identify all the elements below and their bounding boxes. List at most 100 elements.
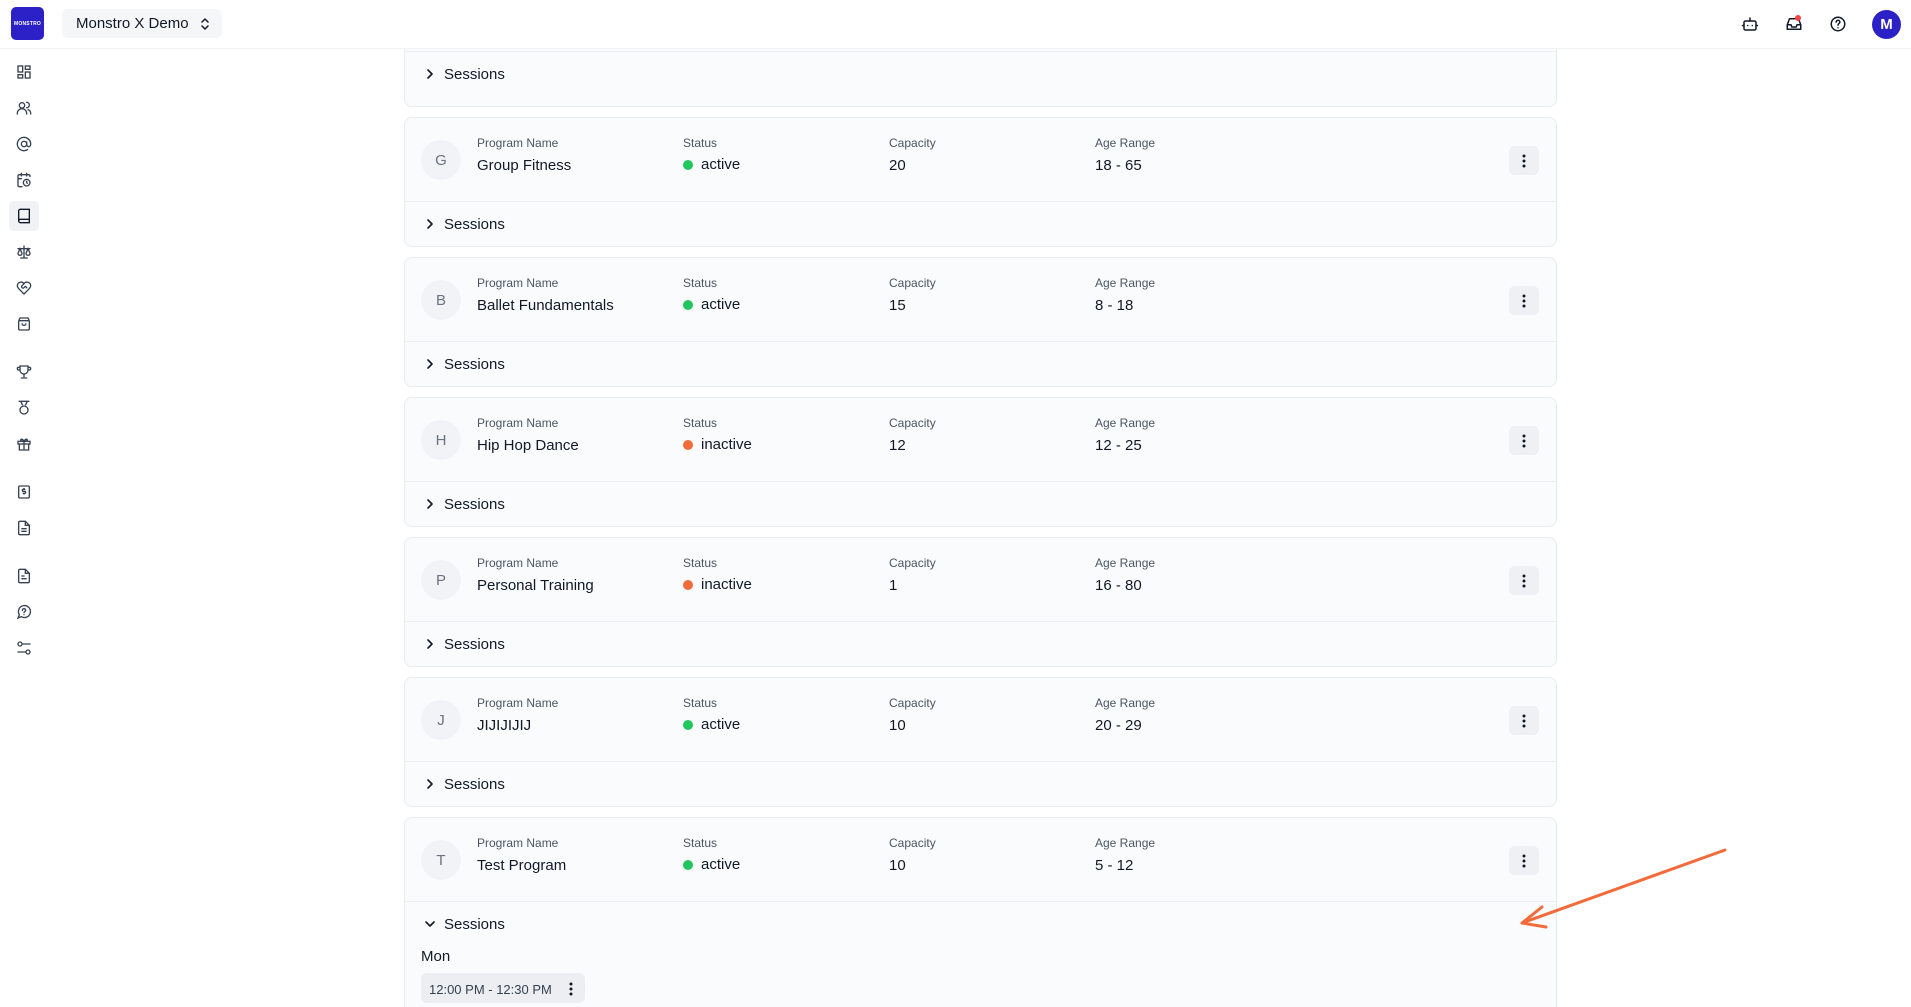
program-initial: T	[421, 840, 461, 880]
help-icon[interactable]	[1828, 14, 1848, 34]
capacity-label: Capacity	[889, 136, 936, 150]
chevron-right-icon	[425, 779, 435, 789]
program-name-label: Program Name	[477, 696, 559, 710]
age-range-value: 20 - 29	[1095, 717, 1142, 734]
more-options-button[interactable]	[1509, 566, 1539, 595]
session-day: Mon	[421, 948, 451, 965]
annotation-arrow-icon	[1520, 848, 1727, 929]
dollar-doc-icon[interactable]	[12, 480, 36, 504]
sessions-toggle[interactable]: Sessions	[405, 202, 1556, 246]
medal-icon[interactable]	[12, 396, 36, 420]
status-badge: active	[701, 856, 741, 873]
chevron-right-icon	[425, 219, 435, 229]
bot-icon[interactable]	[1740, 14, 1760, 34]
inbox-icon[interactable]	[1784, 14, 1804, 34]
program-initial: G	[421, 140, 461, 180]
status-badge: inactive	[701, 436, 752, 453]
status-badge: active	[701, 296, 741, 313]
kebab-icon	[1522, 154, 1526, 167]
kebab-icon	[1522, 294, 1526, 307]
sessions-label: Sessions	[444, 215, 505, 233]
sessions-toggle[interactable]: Sessions	[405, 342, 1556, 386]
dashboard-icon[interactable]	[12, 60, 36, 84]
program-card: J Program Name JIJIJIJIJ Status active Cap…	[404, 677, 1557, 807]
calendar-clock-icon[interactable]	[12, 168, 36, 192]
status-badge: active	[701, 716, 741, 733]
kebab-icon[interactable]	[569, 982, 573, 999]
sidebar	[0, 49, 48, 988]
sessions-toggle[interactable]: Sessions	[405, 622, 1556, 666]
capacity-label: Capacity	[889, 416, 936, 430]
session-slot[interactable]: 12:00 PM - 12:30 PM	[421, 973, 585, 1003]
capacity-value: 15	[889, 297, 906, 314]
program-name: JIJIJIJIJ	[477, 717, 532, 734]
status-badge: inactive	[701, 576, 752, 593]
chevron-down-icon	[425, 919, 435, 929]
document-icon[interactable]	[12, 516, 36, 540]
age-range-value: 12 - 25	[1095, 437, 1142, 454]
status-dot	[683, 159, 693, 170]
status-label: Status	[683, 836, 718, 850]
settings-sliders-icon[interactable]	[12, 636, 36, 660]
program-name: Test Program	[477, 857, 567, 874]
program-name: Personal Training	[477, 577, 594, 594]
status-label: Status	[683, 276, 718, 290]
capacity-label: Capacity	[889, 276, 936, 290]
sessions-label: Sessions	[444, 915, 505, 933]
at-sign-icon[interactable]	[12, 132, 36, 156]
sessions-toggle[interactable]: Sessions	[405, 902, 1556, 946]
program-initial: J	[421, 700, 461, 740]
more-options-button[interactable]	[1509, 426, 1539, 455]
sessions-label: Sessions	[444, 635, 505, 653]
program-card: H Program Name Hip Hop Dance Status inacti…	[404, 397, 1557, 527]
status-label: Status	[683, 696, 718, 710]
program-card-expanded: T Program Name Test Program Status active …	[404, 817, 1557, 1007]
chevron-up-down-icon	[199, 16, 211, 32]
gift-icon[interactable]	[12, 432, 36, 456]
sessions-toggle[interactable]: Sessions	[405, 482, 1556, 526]
more-options-button[interactable]	[1509, 706, 1539, 735]
workspace-switcher[interactable]: Monstro X Demo	[62, 9, 222, 38]
file-text-icon[interactable]	[12, 564, 36, 588]
avatar[interactable]: M	[1872, 10, 1901, 39]
status-dot	[683, 719, 693, 730]
status-dot	[683, 859, 693, 870]
status-badge: active	[701, 156, 741, 173]
capacity-value: 10	[889, 857, 906, 874]
notification-dot	[1795, 15, 1801, 21]
sessions-toggle[interactable]: Sessions	[405, 762, 1556, 806]
chevron-right-icon	[425, 359, 435, 369]
program-name-label: Program Name	[477, 556, 559, 570]
program-card: P Program Name Personal Training Status in…	[404, 537, 1557, 667]
shopping-bag-icon[interactable]	[12, 312, 36, 336]
book-icon[interactable]	[9, 201, 39, 231]
capacity-value: 10	[889, 717, 906, 734]
sessions-toggle[interactable]: Sessions	[405, 52, 505, 96]
top-bar: MONSTRO Monstro X Demo M	[0, 0, 1911, 49]
age-range-label: Age Range	[1095, 556, 1156, 570]
scale-icon[interactable]	[12, 240, 36, 264]
app-logo[interactable]: MONSTRO	[11, 7, 44, 40]
program-name: Group Fitness	[477, 157, 572, 174]
program-name-label: Program Name	[477, 836, 559, 850]
program-card: B Program Name Ballet Fundamentals Status…	[404, 257, 1557, 387]
age-range-label: Age Range	[1095, 696, 1156, 710]
more-options-button[interactable]	[1509, 286, 1539, 315]
program-card-partial: Sessions	[404, 39, 1557, 107]
help-circle-icon[interactable]	[12, 600, 36, 624]
status-dot	[683, 579, 693, 590]
sessions-label: Sessions	[444, 65, 505, 83]
status-label: Status	[683, 416, 718, 430]
age-range-value: 8 - 18	[1095, 297, 1134, 314]
chevron-right-icon	[425, 69, 435, 79]
more-options-button[interactable]	[1509, 146, 1539, 175]
status-dot	[683, 299, 693, 310]
heart-handshake-icon[interactable]	[12, 276, 36, 300]
age-range-label: Age Range	[1095, 276, 1156, 290]
capacity-value: 20	[889, 157, 906, 174]
workspace-name: Monstro X Demo	[76, 15, 189, 32]
capacity-label: Capacity	[889, 836, 936, 850]
trophy-icon[interactable]	[12, 360, 36, 384]
users-icon[interactable]	[12, 96, 36, 120]
program-initial: B	[421, 280, 461, 320]
